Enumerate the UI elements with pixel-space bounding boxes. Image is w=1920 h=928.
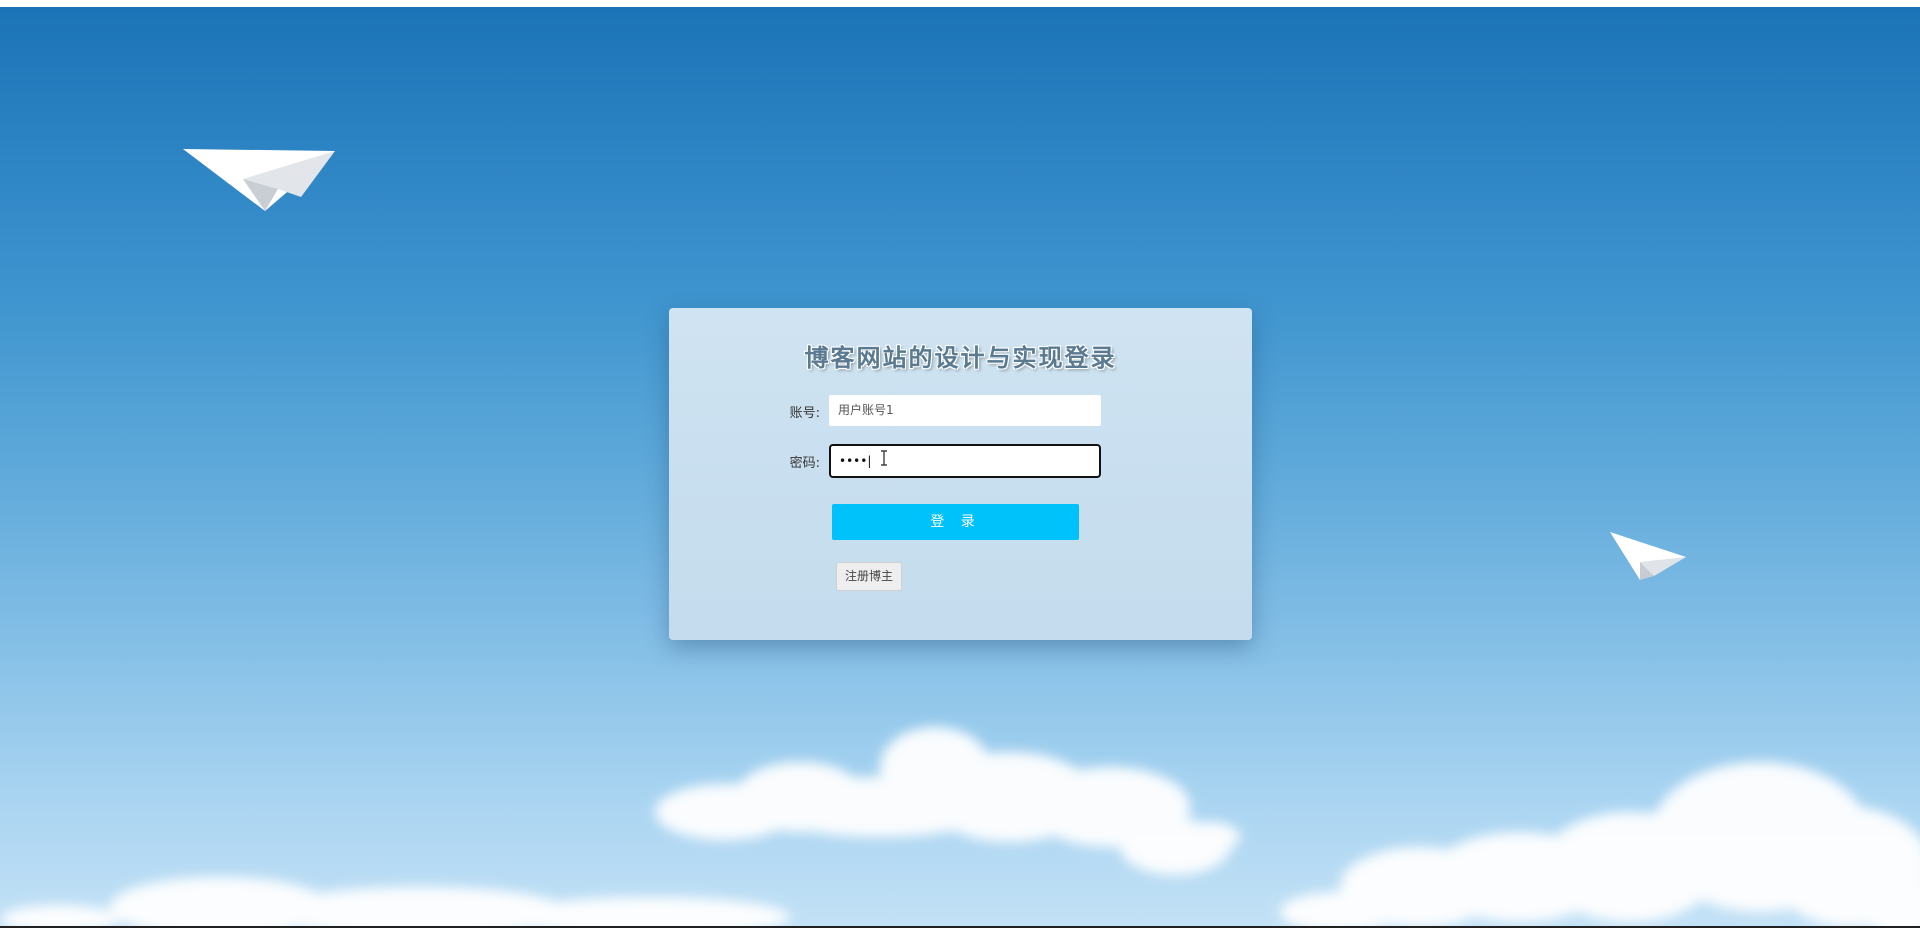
password-label: 密码: (789, 456, 820, 471)
top-strip (0, 0, 1920, 7)
account-input[interactable]: 用户账号1 (829, 395, 1101, 426)
paper-plane-icon (1610, 532, 1686, 580)
page-title: 博客网站的设计与实现登录 (804, 344, 1117, 372)
login-button[interactable]: 登 录 (832, 504, 1079, 540)
sky-background: 博客网站的设计与实现登录 账号: 用户账号1 密码: ••••| 登 录 注册博… (0, 7, 1920, 926)
password-input[interactable]: ••••| (829, 444, 1101, 478)
register-button[interactable]: 注册博主 (836, 562, 902, 591)
login-panel: 博客网站的设计与实现登录 账号: 用户账号1 密码: ••••| 登 录 注册博… (669, 308, 1252, 640)
text-cursor-icon (881, 450, 887, 466)
paper-plane-icon (183, 149, 335, 211)
account-label: 账号: (789, 406, 820, 421)
